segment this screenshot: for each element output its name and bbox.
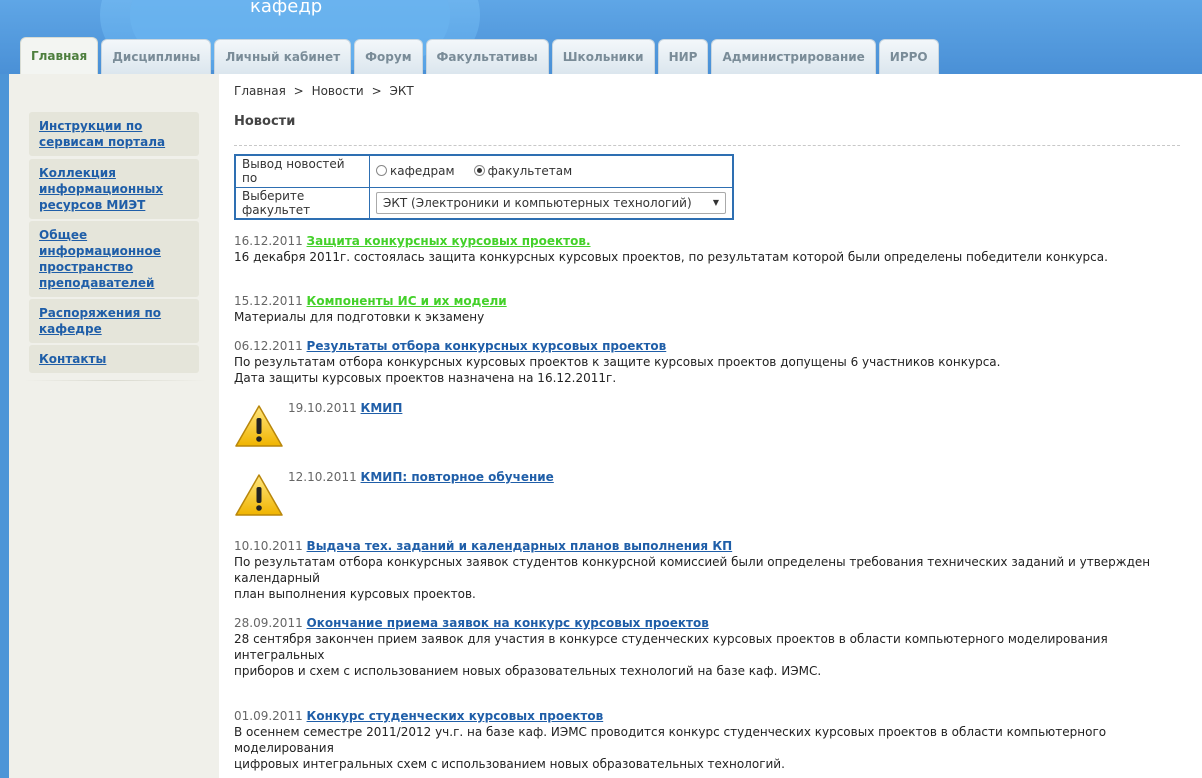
chevron-down-icon: ▼ [712,198,719,208]
news-title-link[interactable]: КМИП: повторное обучение [361,470,554,484]
news-item: 12.10.2011 КМИП: повторное обучение [288,469,1168,485]
news-description: цифровых интегральных схем с использован… [234,757,785,771]
tab-personal-cabinet[interactable]: Личный кабинет [214,39,352,74]
news-item: 16.12.2011 Защита конкурсных курсовых пр… [234,233,1174,265]
warning-icon [235,474,283,516]
news-filter-form: Вывод новостей по кафедрам факультетам В… [234,154,734,220]
sidebar: Инструкции по сервисам портала Коллекция… [9,74,219,778]
faculty-select-cell: ЭКТ (Электроники и компьютерных технолог… [369,186,734,220]
news-description: план выполнения курсовых проектов. [234,587,476,601]
breadcrumb-current: ЭКТ [389,84,414,98]
breadcrumb-home[interactable]: Главная [234,84,286,98]
news-date: 15.12.2011 [234,294,303,308]
news-description: Материалы для подготовки к экзамену [234,310,485,324]
news-date: 16.12.2011 [234,234,303,248]
news-description: По результатам отбора конкурсных курсовы… [234,355,1001,369]
news-item: 06.12.2011 Результаты отбора конкурсных … [234,338,1174,386]
news-title-link[interactable]: КМИП [361,401,403,415]
page-body: Инструкции по сервисам портала Коллекция… [9,74,1202,778]
filter-mode-options: кафедрам факультетам [369,154,734,188]
sidebar-item-info-space: Общее информационное пространство препод… [29,221,199,297]
sidebar-item-orders: Распоряжения по кафедре [29,299,199,343]
news-item: 15.12.2011 Компоненты ИС и их модели Мат… [234,293,1174,325]
news-date: 01.09.2011 [234,709,303,723]
sidebar-item-contacts: Контакты [29,345,199,373]
tab-administration[interactable]: Администрирование [711,39,876,74]
faculty-select-value: ЭКТ (Электроники и компьютерных технолог… [383,195,692,210]
news-item: 01.09.2011 Конкурс студенческих курсовых… [234,708,1174,772]
news-title-link[interactable]: Результаты отбора конкурсных курсовых пр… [307,339,667,353]
tab-disciplines[interactable]: Дисциплины [101,39,212,74]
breadcrumb-separator: > [371,84,382,98]
news-item: 28.09.2011 Окончание приема заявок на ко… [234,615,1174,679]
news-date: 06.12.2011 [234,339,303,353]
radio-faculties[interactable] [473,165,485,177]
news-description: По результатам отбора конкурсных заявок … [234,555,1151,585]
tab-research[interactable]: НИР [657,39,709,74]
breadcrumb-separator: > [293,84,304,98]
news-item: 19.10.2011 КМИП [288,400,1168,416]
news-description: 28 сентября закончен прием заявок для уч… [234,632,1108,662]
tab-home[interactable]: Главная [20,37,99,74]
news-title-link[interactable]: Защита конкурсных курсовых проектов. [307,234,591,248]
sidebar-item-instructions: Инструкции по сервисам портала [29,112,199,156]
sidebar-item-collection: Коллекция информационных ресурсов МИЭТ [29,159,199,219]
site-title: кафедр [250,0,323,17]
breadcrumb-news[interactable]: Новости [312,84,364,98]
news-title-link[interactable]: Компоненты ИС и их модели [307,294,507,308]
radio-departments[interactable] [376,165,387,177]
sidebar-link-orders[interactable]: Распоряжения по кафедре [39,306,161,336]
filter-mode-label: Вывод новостей по [234,154,370,188]
breadcrumb: Главная > Новости > ЭКТ [234,84,418,98]
title-divider [234,145,1180,146]
news-item: 10.10.2011 Выдача тех. заданий и календа… [234,538,1174,602]
main-content: Главная > Новости > ЭКТ Новости Вывод но… [234,74,1180,778]
news-date: 10.10.2011 [234,539,303,553]
news-description: Дата защиты курсовых проектов назначена … [234,371,617,385]
sidebar-link-collection[interactable]: Коллекция информационных ресурсов МИЭТ [39,166,163,212]
sidebar-link-contacts[interactable]: Контакты [39,352,106,366]
sidebar-divider [23,380,207,381]
tab-forum[interactable]: Форум [354,39,423,74]
radio-faculties-label: факультетам [487,164,573,179]
page-title: Новости [234,114,296,129]
tab-electives[interactable]: Факультативы [425,39,549,74]
faculty-select[interactable]: ЭКТ (Электроники и компьютерных технолог… [376,191,726,214]
news-date: 12.10.2011 [288,470,357,484]
news-date: 28.09.2011 [234,616,303,630]
news-date: 19.10.2011 [288,401,357,415]
radio-departments-label: кафедрам [390,164,455,179]
main-nav-tabs: Главная Дисциплины Личный кабинет Форум … [20,37,942,74]
news-description: В осеннем семестре 2011/2012 уч.г. на ба… [234,725,1107,755]
news-description: 16 декабря 2011г. состоялась защита конк… [234,250,1108,264]
news-title-link[interactable]: Выдача тех. заданий и календарных планов… [307,539,733,553]
news-title-link[interactable]: Конкурс студенческих курсовых проектов [307,709,604,723]
tab-schoolchildren[interactable]: Школьники [551,39,655,74]
news-description: приборов и схем с использованием новых о… [234,664,822,678]
faculty-select-label: Выберите факультет [234,186,370,220]
warning-icon [235,405,283,447]
sidebar-link-instructions[interactable]: Инструкции по сервисам портала [39,119,165,149]
tab-irro[interactable]: ИРРО [878,39,939,74]
news-title-link[interactable]: Окончание приема заявок на конкурс курсо… [307,616,709,630]
sidebar-link-info-space[interactable]: Общее информационное пространство препод… [39,228,161,290]
